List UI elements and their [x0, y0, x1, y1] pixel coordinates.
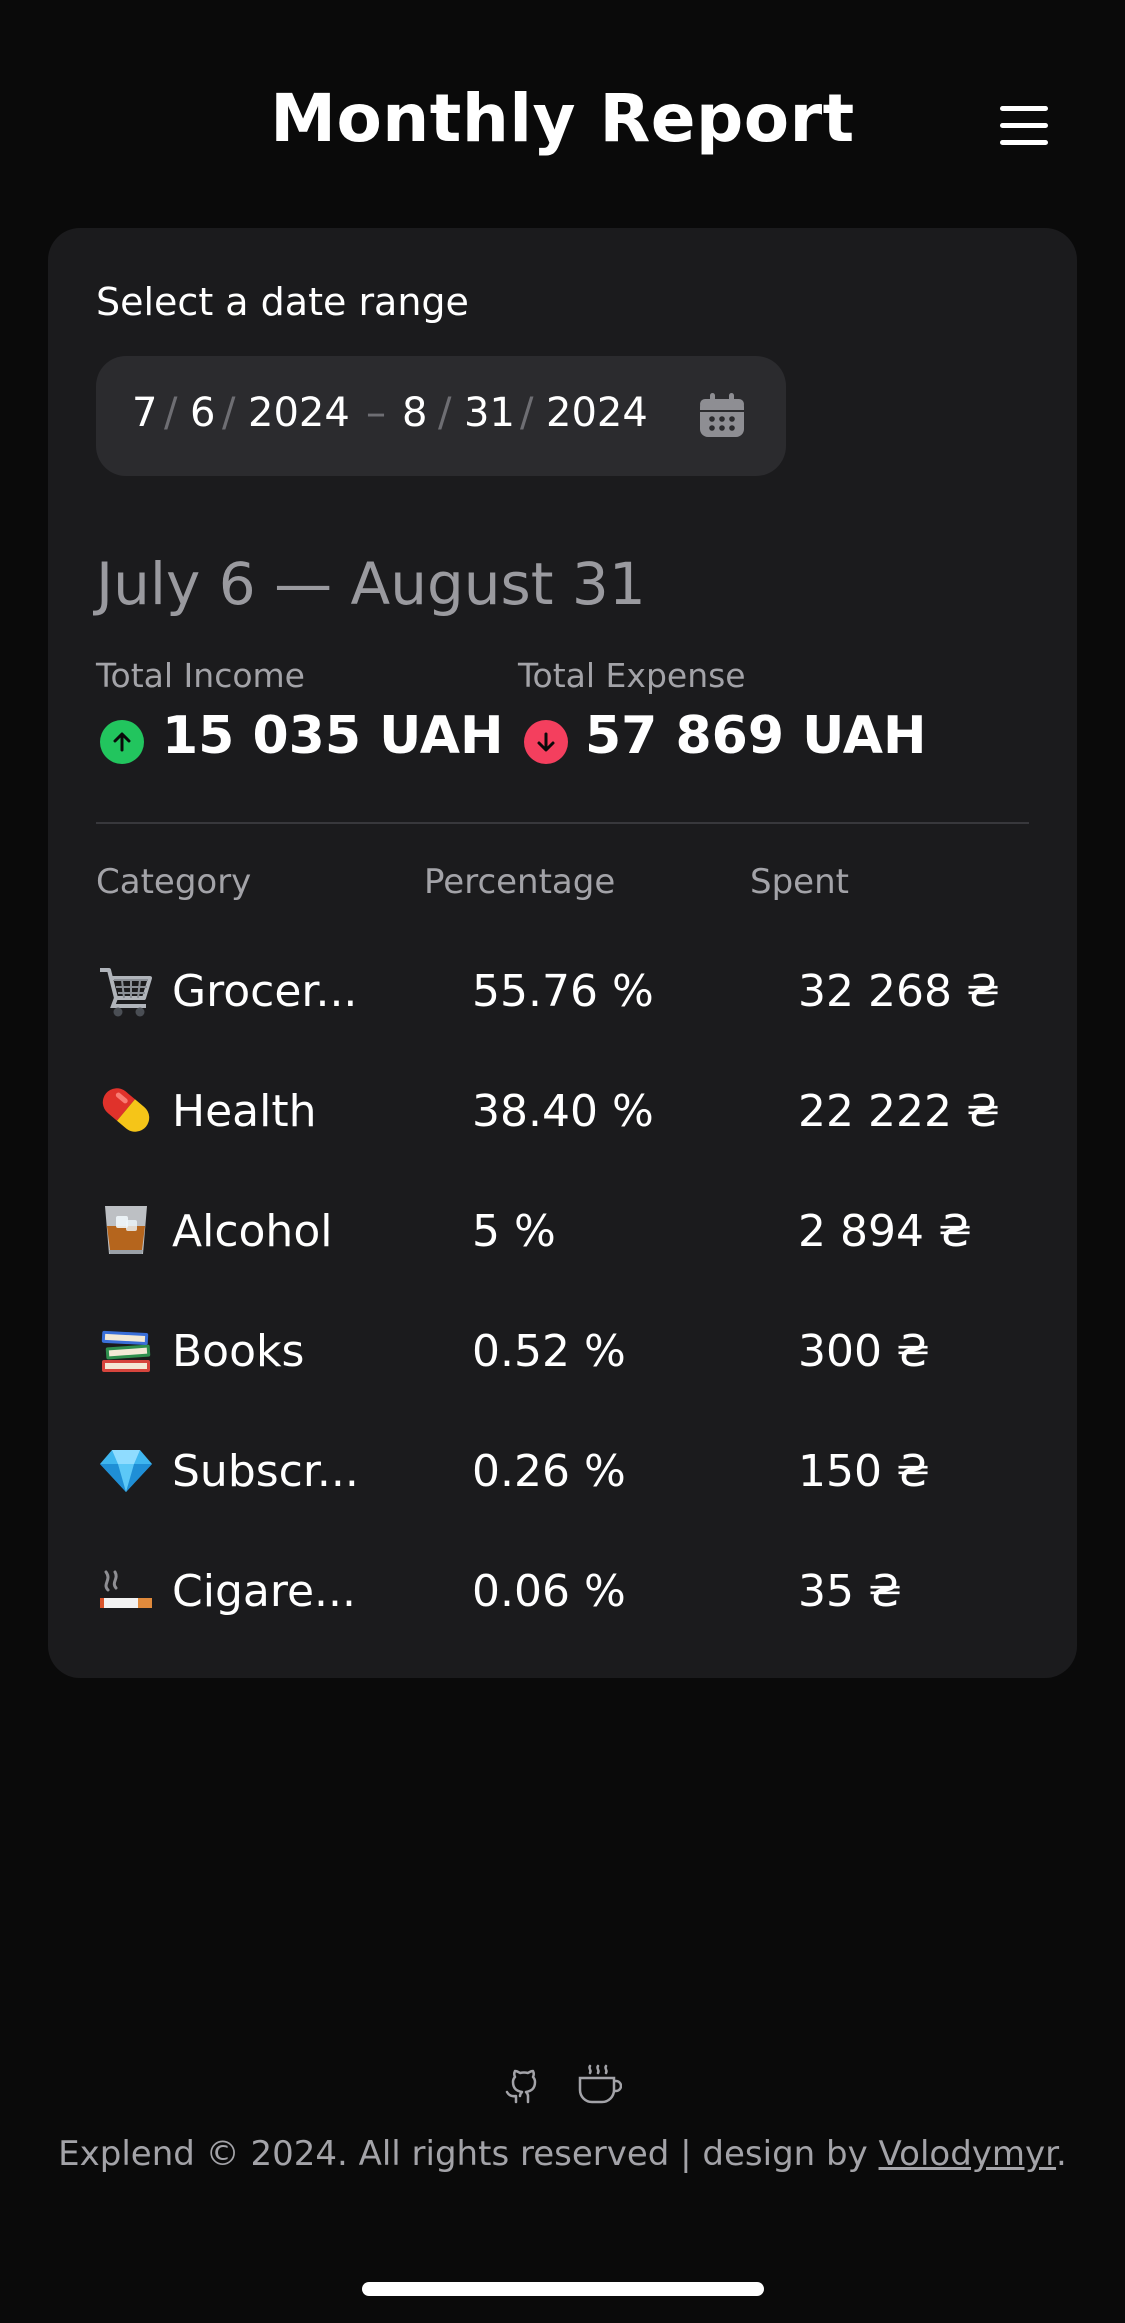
arrow-down-icon [524, 720, 568, 764]
start-day-field[interactable]: 6 [190, 390, 215, 436]
category-percentage: 38.40 % [472, 1086, 654, 1137]
hamburger-menu-icon[interactable] [1000, 104, 1052, 148]
page-title: Monthly Report [270, 80, 855, 157]
category-percentage: 0.06 % [472, 1566, 626, 1617]
category-name: Cigare... [172, 1566, 356, 1617]
start-year-field[interactable]: 2024 [248, 390, 350, 436]
date-separator: / [520, 390, 534, 436]
end-day-field[interactable]: 31 [464, 390, 515, 436]
github-icon[interactable] [502, 2064, 542, 2106]
category-spent: 22 222 ₴ [798, 1086, 1000, 1137]
category-percentage: 0.52 % [472, 1326, 626, 1377]
category-percentage: 5 % [472, 1206, 556, 1257]
range-dash: – [366, 390, 386, 436]
end-month-field[interactable]: 8 [402, 390, 427, 436]
range-title: July 6 — August 31 [96, 550, 646, 618]
date-range-picker[interactable]: 7 / 6 / 2024 – 8 / 31 / 2024 [96, 356, 786, 476]
column-header-percentage: Percentage [424, 862, 616, 902]
footer-text: Explend © 2024. All rights reserved | de… [0, 2134, 1125, 2174]
category-name: Grocer... [172, 966, 358, 1017]
category-spent: 150 ₴ [798, 1446, 931, 1497]
table-row[interactable]: Books 0.52 % 300 ₴ [96, 1310, 1029, 1390]
coffee-cup-icon[interactable] [576, 2064, 623, 2106]
category-name: Health [172, 1086, 317, 1137]
total-expense-label: Total Expense [518, 656, 746, 695]
divider [96, 822, 1029, 824]
category-percentage: 0.26 % [472, 1446, 626, 1497]
category-name: Subscr... [172, 1446, 359, 1497]
category-spent: 300 ₴ [798, 1326, 931, 1377]
date-range-label: Select a date range [96, 280, 469, 324]
footer-icons [500, 2060, 630, 2110]
category-percentage: 55.76 % [472, 966, 654, 1017]
header: Monthly Report [0, 0, 1125, 240]
shopping-cart-icon [96, 960, 156, 1020]
start-month-field[interactable]: 7 [132, 390, 157, 436]
total-income-value: 15 035 UAH [162, 706, 504, 766]
author-link[interactable]: Volodymyr [879, 2134, 1056, 2174]
home-indicator [362, 2282, 764, 2296]
books-icon [96, 1320, 156, 1380]
end-year-field[interactable]: 2024 [546, 390, 648, 436]
date-separator: / [222, 390, 236, 436]
table-row[interactable]: Grocer... 55.76 % 32 268 ₴ [96, 950, 1029, 1030]
copyright-text: Explend © 2024. All rights reserved | de… [58, 2134, 879, 2174]
category-spent: 35 ₴ [798, 1566, 903, 1617]
date-separator: / [438, 390, 452, 436]
cigarette-icon [96, 1560, 156, 1620]
total-income-label: Total Income [96, 656, 305, 695]
total-expense-value: 57 869 UAH [585, 706, 927, 766]
gem-icon [96, 1440, 156, 1500]
pill-icon [96, 1080, 156, 1140]
category-spent: 32 268 ₴ [798, 966, 1000, 1017]
report-card: Select a date range 7 / 6 / 2024 – 8 / 3… [48, 228, 1077, 1678]
column-header-category: Category [96, 862, 252, 902]
arrow-up-icon [100, 720, 144, 764]
whiskey-glass-icon [96, 1200, 156, 1260]
date-separator: / [164, 390, 178, 436]
category-spent: 2 894 ₴ [798, 1206, 973, 1257]
calendar-icon[interactable] [698, 392, 746, 440]
column-header-spent: Spent [750, 862, 849, 902]
table-row[interactable]: Health 38.40 % 22 222 ₴ [96, 1070, 1029, 1150]
table-row[interactable]: Alcohol 5 % 2 894 ₴ [96, 1190, 1029, 1270]
table-row[interactable]: Subscr... 0.26 % 150 ₴ [96, 1430, 1029, 1510]
table-row[interactable]: Cigare... 0.06 % 35 ₴ [96, 1550, 1029, 1630]
category-name: Books [172, 1326, 305, 1377]
category-name: Alcohol [172, 1206, 333, 1257]
copyright-end: . [1056, 2134, 1067, 2174]
